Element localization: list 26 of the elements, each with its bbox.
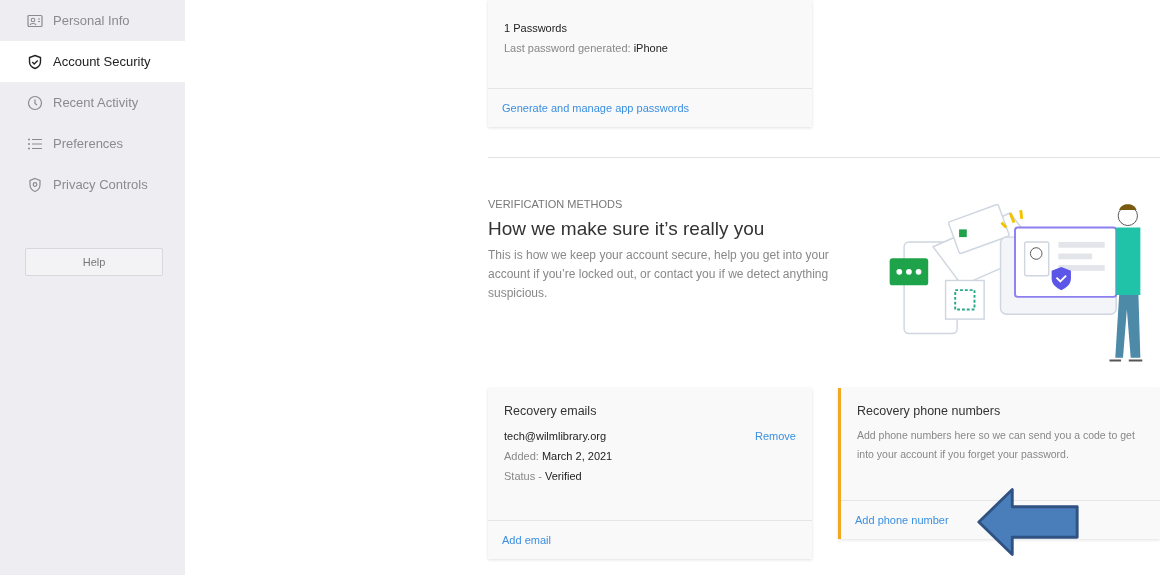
section-title: How we make sure it’s really you	[488, 218, 766, 240]
remove-link[interactable]: Remove	[755, 430, 796, 442]
left-arrow-icon	[976, 486, 1081, 558]
shield-check-icon	[27, 53, 43, 70]
last-generated-text: Last password generated: iPhone	[504, 41, 669, 56]
sidebar-item[interactable]: Personal Info	[0, 0, 185, 41]
section-description: This is how we keep your account secure, help you get into your account if you’re locked out, or contact you if we detect anything suspicious.	[488, 247, 830, 302]
clock-icon	[27, 94, 43, 111]
add-email-link[interactable]: Add email	[502, 534, 551, 546]
sidebar-item[interactable]: Preferences	[0, 123, 185, 164]
status-text: Status - Verified	[504, 469, 583, 484]
help-button[interactable]: Help	[25, 248, 163, 276]
email-address: tech@wilmlibrary.org	[504, 429, 607, 444]
card-description: Add phone numbers here so we can send you a code to get into your account if you forget your password.	[857, 428, 1136, 462]
card-title: Recovery emails	[504, 404, 598, 418]
card-title: Recovery phone numbers	[857, 404, 1002, 418]
sidebar-item[interactable]: Privacy Controls	[0, 164, 185, 205]
id-card-icon	[27, 12, 43, 29]
manage-app-passwords-link[interactable]: Generate and manage app passwords	[502, 102, 690, 114]
shield-icon	[27, 176, 43, 193]
section-label: VERIFICATION METHODS	[488, 198, 624, 210]
add-phone-link[interactable]: Add phone number	[855, 514, 949, 526]
sidebar-item[interactable]: Recent Activity	[0, 82, 185, 123]
added-date-text: Added: March 2, 2021	[504, 449, 614, 464]
password-count: 1 Passwords	[504, 21, 568, 36]
sidebar-item[interactable]: Account Security	[0, 41, 185, 82]
